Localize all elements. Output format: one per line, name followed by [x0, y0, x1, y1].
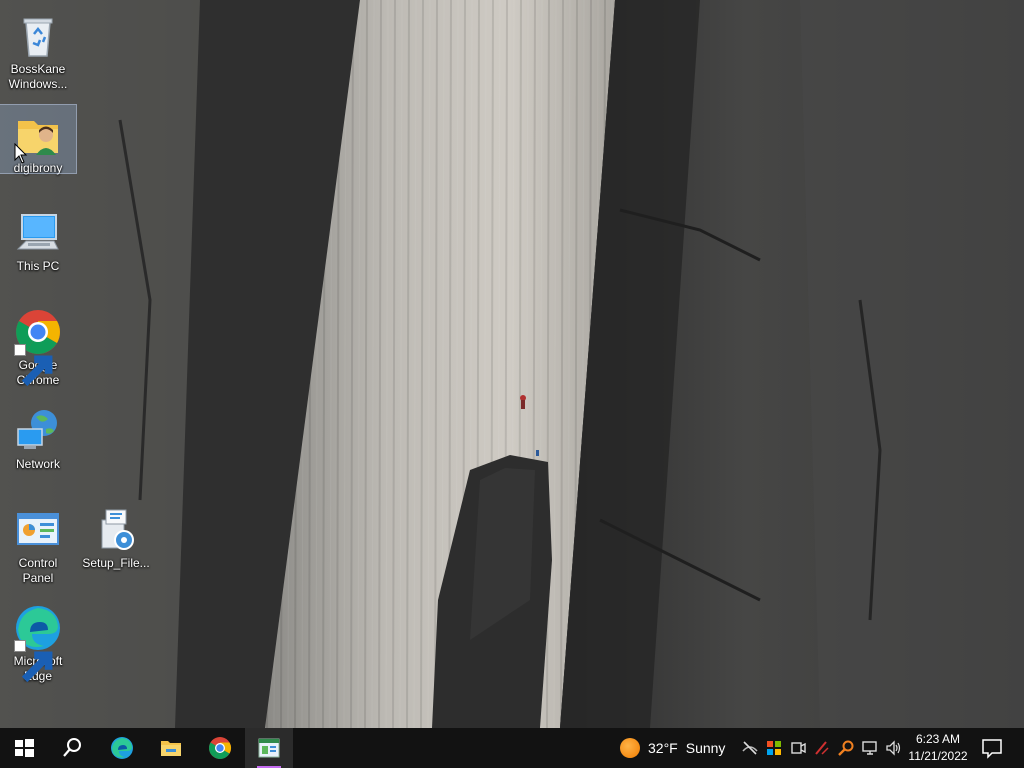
volume-icon[interactable] — [884, 738, 904, 758]
search-icon — [63, 738, 81, 757]
taskbar: 32°F Sunny 6:23 AM 11/21/2022 — [0, 728, 1024, 768]
desktop-icon-label: Control Panel — [18, 556, 58, 585]
shortcut-arrow-icon — [14, 344, 53, 387]
desktop-icon-this-pc[interactable]: This PC — [0, 203, 76, 274]
desktop-icon-label: This PC — [16, 259, 60, 273]
edge-icon — [111, 737, 133, 759]
edge-icon — [14, 604, 62, 683]
meet-now-icon[interactable] — [788, 738, 808, 758]
taskbar-app-window-button[interactable] — [245, 728, 293, 768]
computer-icon — [14, 209, 62, 257]
desktop-icon-google-chrome[interactable]: Google Chrome — [0, 302, 76, 388]
network-icon[interactable] — [860, 738, 880, 758]
weather-condition: Sunny — [685, 740, 726, 756]
recycle-bin-icon — [14, 12, 62, 60]
weather-temperature: 32°F — [648, 740, 678, 756]
weather-widget[interactable]: 32°F Sunny — [620, 728, 725, 768]
taskbar-edge-button[interactable] — [98, 728, 146, 768]
clock-date: 11/21/2022 — [908, 749, 968, 763]
network-globe-icon — [14, 407, 62, 455]
desktop-icon-label: digibrony — [13, 161, 63, 175]
control-panel-icon — [14, 506, 62, 554]
search-button[interactable] — [48, 728, 96, 768]
taskbar-chrome-button[interactable] — [196, 728, 244, 768]
pen-icon[interactable] — [812, 738, 832, 758]
security-shield-icon[interactable] — [764, 738, 784, 758]
desktop: BossKane Windows... digibrony This PC Go… — [0, 0, 1024, 728]
installer-icon — [92, 506, 140, 554]
taskbar-clock[interactable]: 6:23 AM 11/21/2022 — [904, 731, 972, 765]
mouse-cursor-icon — [14, 143, 28, 164]
desktop-icon-microsoft-edge[interactable]: Microsoft Edge — [0, 598, 76, 684]
start-button[interactable] — [0, 728, 48, 768]
search-key-icon[interactable] — [836, 738, 856, 758]
notification-center-icon[interactable] — [980, 736, 1004, 760]
wallpaper-image — [0, 0, 1024, 728]
desktop-icon-label: BossKane Windows... — [8, 62, 68, 91]
desktop-icon-label: Network — [15, 457, 60, 471]
desktop-icon-control-panel[interactable]: Control Panel — [0, 500, 76, 586]
file-explorer-icon — [161, 741, 181, 756]
desktop-icon-network[interactable]: Network — [0, 401, 76, 472]
clock-time: 6:23 AM — [915, 732, 961, 746]
sun-icon — [620, 738, 640, 758]
desktop-icon-digibrony[interactable]: digibrony — [0, 104, 77, 175]
taskbar-file-explorer-button[interactable] — [147, 728, 195, 768]
shortcut-arrow-icon — [14, 640, 53, 683]
chrome-icon — [209, 737, 231, 759]
desktop-icon-label: Setup_File... — [82, 556, 150, 570]
app-window-icon — [258, 738, 280, 758]
desktop-icon-recycle-bin[interactable]: BossKane Windows... — [0, 6, 76, 92]
network-slash-icon[interactable] — [740, 738, 760, 758]
desktop-icon-setup-file[interactable]: Setup_File... — [78, 500, 154, 571]
start-icon — [15, 739, 34, 757]
chrome-icon — [14, 308, 62, 387]
